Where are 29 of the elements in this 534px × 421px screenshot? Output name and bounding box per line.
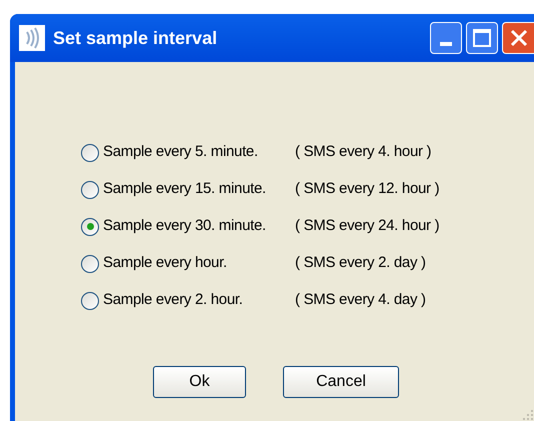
radio-button[interactable] <box>81 144 99 162</box>
radio-button[interactable] <box>81 292 99 310</box>
option-label: Sample every 15. minute. <box>103 179 267 200</box>
option-label: Sample every 30. minute. <box>103 216 267 236</box>
dialog-button[interactable]: Ok <box>153 366 246 398</box>
radio-button[interactable] <box>81 180 99 198</box>
radio-option[interactable]: Sample every hour. ( SMS every 2. day ) <box>81 252 534 275</box>
sms-label: ( SMS every 12. hour ) <box>295 179 440 200</box>
minimize-button[interactable] <box>430 22 462 54</box>
radio-option[interactable]: Sample every 30. minute. ( SMS every 24. hour ) <box>81 215 534 238</box>
radio-button[interactable] <box>81 254 99 272</box>
sms-label: ( SMS every 24. hour ) <box>295 216 440 236</box>
radio-option[interactable]: Sample every 15. minute. ( SMS every 12. hour ) <box>81 178 534 201</box>
window-title: Set sample interval <box>53 26 218 50</box>
sms-label: ( SMS every 2. day ) <box>295 253 426 274</box>
option-label: Sample every 2. hour. <box>103 290 244 310</box>
radio-option[interactable]: Sample every 2. hour. ( SMS every 4. day ) <box>81 289 534 312</box>
close-icon <box>508 28 528 48</box>
maximize-button[interactable] <box>466 22 498 54</box>
option-label: Sample every hour. <box>103 253 228 274</box>
sms-label: ( SMS every 4. hour ) <box>295 142 432 162</box>
dialog-button[interactable]: Cancel <box>283 366 399 398</box>
radio-button[interactable] <box>81 218 99 236</box>
radio-option[interactable]: Sample every 5. minute. ( SMS every 4. hour ) <box>81 141 534 164</box>
sound-wave-icon <box>19 25 45 51</box>
close-button[interactable] <box>502 22 534 54</box>
sms-label: ( SMS every 4. day ) <box>295 290 426 310</box>
option-label: Sample every 5. minute. <box>103 142 259 162</box>
size-grip-icon[interactable] <box>522 409 534 421</box>
